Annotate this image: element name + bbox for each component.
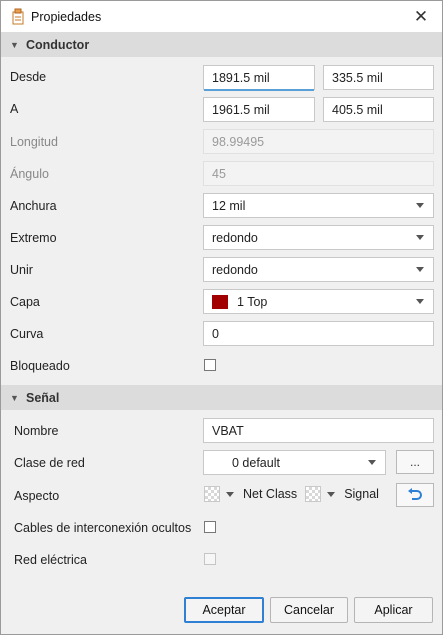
dropdown-arrow-icon[interactable] [226, 491, 234, 497]
desde-x-input[interactable]: 1891.5 mil [203, 65, 315, 91]
nombre-value: VBAT [212, 423, 244, 438]
title-bar: Propiedades ✕ [1, 1, 442, 32]
a-y-value: 405.5 mil [332, 102, 383, 117]
anchura-select[interactable]: 12 mil [203, 193, 434, 218]
unir-select[interactable]: redondo [203, 257, 434, 282]
cancel-button[interactable]: Cancelar [270, 597, 348, 623]
signal-pattern-swatch[interactable] [305, 486, 322, 502]
dropdown-arrow-icon [416, 267, 424, 272]
net-class-pattern-swatch[interactable] [204, 486, 220, 502]
dropdown-arrow-icon [368, 460, 376, 465]
extremo-label: Extremo [10, 231, 57, 245]
nombre-input[interactable]: VBAT [203, 418, 434, 443]
section-conductor-title: Conductor [26, 37, 90, 52]
chevron-down-icon: ▼ [10, 39, 19, 50]
capa-value: 1 Top [237, 294, 268, 309]
app-icon [12, 8, 24, 25]
unir-label: Unir [10, 263, 33, 277]
layer-color-swatch [212, 294, 228, 309]
clase-red-label: Clase de red [14, 456, 85, 470]
desde-y-input[interactable]: 335.5 mil [323, 65, 434, 90]
bloqueado-checkbox[interactable] [204, 359, 216, 371]
a-label: A [10, 102, 19, 116]
net-class-text: Net Class [243, 487, 298, 501]
a-x-value: 1961.5 mil [212, 102, 270, 117]
focus-underline [204, 89, 314, 91]
red-electrica-checkbox [204, 553, 216, 565]
longitud-field: 98.99495 [203, 129, 434, 154]
a-x-input[interactable]: 1961.5 mil [203, 97, 315, 122]
longitud-label: Longitud [10, 135, 58, 149]
dropdown-arrow-icon [416, 203, 424, 208]
bloqueado-label: Bloqueado [10, 359, 70, 373]
extremo-select[interactable]: redondo [203, 225, 434, 250]
dropdown-arrow-icon [416, 235, 424, 240]
section-senal-header[interactable]: ▼ Señal [1, 385, 442, 410]
red-electrica-label: Red eléctrica [14, 553, 87, 567]
aspecto-label: Aspecto [14, 489, 60, 503]
clase-red-value: 0 default [232, 455, 280, 470]
curva-input[interactable]: 0 [203, 321, 434, 346]
anchura-label: Anchura [10, 199, 57, 213]
unir-value: redondo [212, 262, 258, 277]
dropdown-arrow-icon[interactable] [327, 491, 336, 497]
desde-y-value: 335.5 mil [332, 70, 383, 85]
close-icon[interactable]: ✕ [408, 4, 434, 30]
angulo-value: 45 [212, 166, 226, 181]
apply-button[interactable]: Aplicar [354, 597, 433, 623]
angulo-label: Ángulo [10, 167, 49, 181]
accept-button[interactable]: Aceptar [184, 597, 264, 623]
longitud-value: 98.99495 [212, 134, 265, 149]
capa-select[interactable]: 1 Top [203, 289, 434, 314]
section-conductor-header[interactable]: ▼ Conductor [1, 32, 442, 57]
net-class-more-button[interactable]: ... [396, 450, 434, 474]
curva-value: 0 [212, 326, 219, 341]
cables-ocultos-checkbox[interactable] [204, 521, 216, 533]
dropdown-arrow-icon [416, 299, 424, 304]
properties-dialog: Propiedades ✕ ▼ Conductor Desde 1891.5 m… [0, 0, 443, 635]
curva-label: Curva [10, 327, 44, 341]
angulo-field: 45 [203, 161, 434, 186]
desde-label: Desde [10, 70, 47, 84]
clase-red-select[interactable]: 0 default [203, 450, 386, 475]
window-title: Propiedades [31, 10, 102, 24]
capa-label: Capa [10, 295, 40, 309]
undo-icon [408, 488, 422, 500]
nombre-label: Nombre [14, 424, 59, 438]
chevron-down-icon: ▼ [10, 392, 19, 403]
a-y-input[interactable]: 405.5 mil [323, 97, 434, 122]
signal-text: Signal [344, 487, 379, 501]
desde-x-value: 1891.5 mil [212, 70, 270, 85]
reset-aspect-button[interactable] [396, 483, 434, 507]
aspecto-controls: Net Class Signal [204, 486, 379, 502]
extremo-value: redondo [212, 230, 258, 245]
anchura-value: 12 mil [212, 198, 246, 213]
cables-label: Cables de interconexión ocultos [14, 521, 192, 535]
section-senal-title: Señal [26, 390, 60, 405]
